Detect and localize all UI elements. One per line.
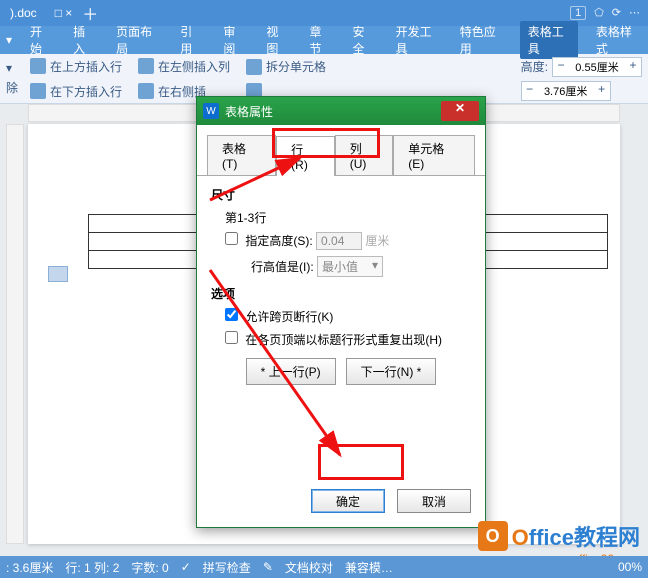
prev-row-button[interactable]: * 上一行(P) <box>246 358 336 385</box>
close-button[interactable]: ✕ <box>441 101 479 121</box>
tab-review[interactable]: 审阅 <box>219 21 248 59</box>
cancel-button[interactable]: 取消 <box>397 489 471 513</box>
watermark: O Office教程网 www.office26.com <box>478 520 640 552</box>
tab-features[interactable]: 特色应用 <box>456 21 506 59</box>
window-buttons: 1 ⬠ ⟳ ⋯ <box>562 6 648 20</box>
sync-icon[interactable]: ⟳ <box>612 6 621 20</box>
annotation-highlight-tabs <box>272 128 380 158</box>
status-wordcount: 字数: 0 <box>131 559 168 576</box>
ok-button[interactable]: 确定 <box>311 489 385 513</box>
minus-icon[interactable]: − <box>553 58 569 76</box>
layout-icon[interactable] <box>48 266 68 282</box>
tab-tabletools[interactable]: 表格工具 <box>520 21 578 59</box>
height-input[interactable] <box>569 58 625 76</box>
watermark-o: O <box>512 525 529 550</box>
dialog-title: 表格属性 <box>225 103 273 120</box>
tab-references[interactable]: 引用 <box>176 21 205 59</box>
more-icon[interactable]: ⋯ <box>629 6 640 20</box>
width-input[interactable] <box>538 82 594 100</box>
insert-row-below-button[interactable]: 在下方插入行 <box>26 81 126 102</box>
tab-table[interactable]: 表格(T) <box>207 135 276 175</box>
status-zoom[interactable]: 00% <box>618 560 642 574</box>
status-compat: 兼容模… <box>345 559 393 576</box>
tab-devtools[interactable]: 开发工具 <box>392 21 442 59</box>
toolbar-dropdown-icon[interactable]: ▾ <box>6 61 18 75</box>
status-rowcol: 行: 1 列: 2 <box>65 559 119 576</box>
height-unit-label: 厘米 <box>365 234 389 248</box>
minus-icon[interactable]: − <box>522 82 538 100</box>
status-proofread[interactable]: 文档校对 <box>285 559 333 576</box>
insert-row-above-button[interactable]: 在上方插入行 <box>26 56 126 77</box>
allow-break-label: 允许跨页断行(K) <box>245 310 333 324</box>
app-icon: W <box>203 103 219 119</box>
status-proofread-icon[interactable]: ✎ <box>263 560 273 574</box>
tab-cell[interactable]: 单元格(E) <box>393 135 475 175</box>
delete-label[interactable]: 除 <box>6 79 18 96</box>
row-height-is-label: 行高值是(I): <box>251 260 314 274</box>
status-spellcheck-icon[interactable]: ✓ <box>181 560 191 574</box>
ruler-vertical[interactable] <box>6 124 24 544</box>
chevron-down-icon: ▾ <box>372 258 378 275</box>
tab-security[interactable]: 安全 <box>349 21 378 59</box>
repeat-header-checkbox[interactable] <box>225 331 238 344</box>
tab-start[interactable]: 开始 <box>26 21 55 59</box>
insert-left-icon <box>138 58 154 74</box>
insert-right-icon <box>138 83 154 99</box>
rows-range-label: 第1-3行 <box>225 209 471 226</box>
watermark-icon: O <box>478 521 508 551</box>
height-stepper[interactable]: − + <box>552 57 642 77</box>
insert-above-icon <box>30 58 46 74</box>
height-label: 高度: <box>521 58 548 75</box>
window-indicator: 1 <box>570 6 586 20</box>
plus-icon[interactable]: + <box>625 58 641 76</box>
specify-height-checkbox[interactable] <box>225 232 238 245</box>
allow-break-checkbox[interactable] <box>225 308 238 321</box>
chevron-down-icon[interactable]: ▾ <box>6 33 12 47</box>
repeat-header-label: 在各页顶端以标题行形式重复出现(H) <box>245 333 442 347</box>
shape-icon[interactable]: ⬠ <box>594 6 604 20</box>
next-row-button[interactable]: 下一行(N) * <box>346 358 437 385</box>
status-spellcheck[interactable]: 拼写检查 <box>203 559 251 576</box>
row-height-mode-combo[interactable]: 最小值▾ <box>317 256 383 277</box>
split-icon <box>246 59 262 75</box>
tab-insert[interactable]: 插入 <box>69 21 98 59</box>
dialog-titlebar[interactable]: W 表格属性 ✕ <box>197 97 485 125</box>
tab-tablestyle[interactable]: 表格样式 <box>592 21 642 59</box>
tab-controls[interactable]: □ × <box>47 6 81 20</box>
insert-below-icon <box>30 83 46 99</box>
watermark-text: ffice教程网 <box>529 525 640 550</box>
insert-col-left-button[interactable]: 在左侧插入列 <box>134 56 234 77</box>
width-stepper[interactable]: − + <box>521 81 611 101</box>
plus-icon[interactable]: + <box>594 82 610 100</box>
statusbar: : 3.6厘米 行: 1 列: 2 字数: 0 ✓ 拼写检查 ✎ 文档校对 兼容… <box>0 556 648 578</box>
status-pos: : 3.6厘米 <box>6 559 53 576</box>
split-cells-button[interactable]: 拆分单元格 <box>242 56 330 77</box>
document-name: ).doc <box>0 6 47 20</box>
size-section-title: 尺寸 <box>211 186 471 203</box>
specify-height-label: 指定高度(S): <box>245 234 312 248</box>
tab-view[interactable]: 视图 <box>262 21 291 59</box>
annotation-highlight-ok <box>318 444 404 480</box>
options-section-title: 选项 <box>211 285 471 302</box>
height-value-input[interactable] <box>316 232 362 250</box>
tab-pagelayout[interactable]: 页面布局 <box>112 21 162 59</box>
ribbon-tabs: ▾ 开始 插入 页面布局 引用 审阅 视图 章节 安全 开发工具 特色应用 表格… <box>0 26 648 54</box>
tab-section[interactable]: 章节 <box>305 21 334 59</box>
